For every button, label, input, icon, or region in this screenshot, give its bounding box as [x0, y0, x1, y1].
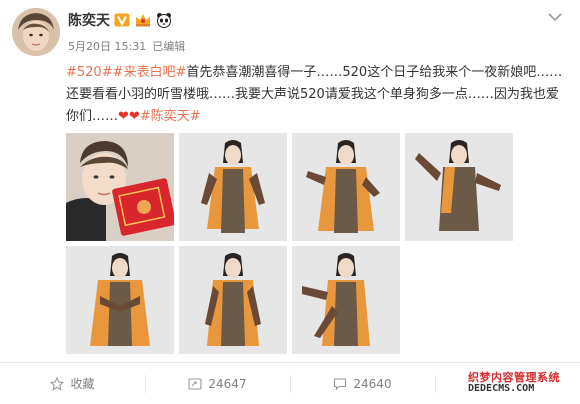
chevron-down-icon[interactable] [548, 12, 562, 22]
photo-costume-5[interactable] [179, 246, 287, 354]
hashtag-520-confession[interactable]: #520##来表白吧# [66, 65, 186, 80]
favorite-button[interactable]: 收藏 [0, 363, 145, 404]
vip-crown-icon[interactable] [134, 12, 152, 28]
repost-button[interactable]: 24647 [145, 363, 290, 404]
comment-icon [334, 377, 347, 390]
photo-selfie-red-envelope[interactable] [66, 133, 174, 241]
edited-label: 已编辑 [152, 40, 186, 53]
photo-costume-2[interactable] [292, 133, 400, 241]
comment-button[interactable]: 24640 [290, 363, 435, 404]
post-meta: 5月20日 15:31 已编辑 [68, 38, 185, 54]
photo-costume-3[interactable] [405, 133, 513, 241]
repost-count: 24647 [208, 376, 247, 391]
watermark-domain: DEDECMS.COM [468, 383, 535, 394]
verified-v-icon [114, 13, 130, 27]
post-text: #520##来表白吧#首先恭喜潮潮喜得一子……520这个日子给我来个一夜新娘吧…… [66, 62, 566, 128]
panda-icon [156, 12, 172, 28]
star-icon [50, 376, 65, 391]
repost-icon [188, 377, 202, 390]
user-name-row: 陈奕天 [68, 10, 172, 30]
post-timestamp[interactable]: 5月20日 15:31 [68, 38, 146, 54]
comment-count: 24640 [353, 376, 392, 391]
favorite-label: 收藏 [70, 377, 95, 391]
photo-grid [66, 133, 516, 355]
photo-costume-6[interactable] [292, 246, 400, 354]
avatar[interactable] [12, 8, 60, 56]
photo-costume-4[interactable] [66, 246, 174, 354]
site-watermark: 织梦内容管理系统 DEDECMS.COM [464, 368, 574, 398]
photo-costume-1[interactable] [179, 133, 287, 241]
weibo-post-card: 陈奕天 5月20日 15:31 已编辑 #520##来表白吧#首先恭喜潮潮喜得一… [0, 0, 580, 404]
hashtag-chen-yitian[interactable]: #陈奕天# [140, 109, 201, 124]
user-name[interactable]: 陈奕天 [68, 10, 110, 30]
heart-emoji: ❤❤ [118, 109, 140, 124]
